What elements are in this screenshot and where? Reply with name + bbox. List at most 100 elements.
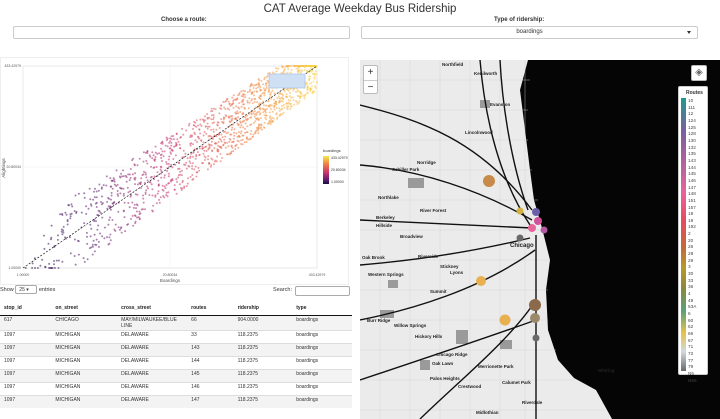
data-point [77,192,80,195]
data-point [178,143,181,146]
data-point [165,184,168,186]
zoom-in-button[interactable]: + [364,66,377,80]
data-point [152,210,154,213]
type-select[interactable]: boardings [361,26,698,39]
data-point [107,205,110,208]
legend-item: 128 [688,131,696,137]
data-point [257,127,260,130]
data-point [306,92,309,94]
data-point [139,212,142,215]
data-point [101,195,103,198]
data-point [227,100,230,103]
legend-item: 30 [688,271,694,277]
table-row[interactable]: 1097 MICHIGAN DELAWARE 33 118.2375 boardings [0,329,352,343]
table-controls: Show 25 ▾ entries Search: [0,285,352,297]
data-point [250,99,253,102]
legend-item: 148 [688,191,696,197]
column-header[interactable]: type [292,302,352,316]
data-point [188,122,191,125]
search-input[interactable] [295,286,350,296]
data-point [88,247,91,250]
data-point [286,71,289,74]
table-cell: DELAWARE [117,394,188,408]
data-point [201,162,204,165]
data-point [261,128,263,131]
data-point [300,65,303,67]
data-table: stop_id on_street cross_street routes riders… [0,302,352,408]
data-point [232,106,235,109]
table-row[interactable]: 1097 MICHIGAN DELAWARE 144 118.2375 boardings [0,355,352,369]
zoom-out-button[interactable]: − [364,80,377,94]
data-point [204,115,206,118]
map[interactable]: Northfield Kenilworth Evanston Lincolnwo… [360,60,720,419]
data-point [187,177,189,180]
table-row[interactable]: 1097 MICHIGAN DELAWARE 145 118.2375 boardings [0,368,352,382]
data-point [167,162,170,165]
table-row[interactable]: 1097 MICHIGAN DELAWARE 147 118.2375 boardings [0,394,352,408]
data-point [312,80,315,83]
table-row[interactable]: 617 CHICAGO MAY/MILWAUKEE/BLUE LINE 66 904.0… [0,314,352,330]
data-point [266,79,269,82]
data-point [145,176,148,179]
layers-icon[interactable]: ◈ [691,65,707,81]
data-point [198,128,201,131]
data-point [196,141,199,143]
map-canvas[interactable]: Northfield Kenilworth Evanston Lincolnwo… [360,60,720,419]
data-point [198,169,201,172]
data-point [256,101,259,104]
data-point [54,267,56,269]
data-point [56,238,59,241]
data-point [108,219,111,221]
data-point [283,90,286,93]
column-header[interactable]: cross_street [117,302,188,316]
data-point [127,191,130,194]
data-point [224,130,226,133]
data-point [240,95,243,98]
column-header[interactable]: ridership [233,302,293,316]
data-point [182,149,185,152]
table-row[interactable]: 1097 MICHIGAN DELAWARE 143 118.2375 boardings [0,342,352,356]
data-point [122,187,125,190]
data-point [128,173,131,176]
entries-label: entries [38,286,56,293]
data-point [235,112,238,115]
data-point [207,155,210,158]
plot-toolbar[interactable] [268,73,306,89]
data-point [180,174,183,177]
data-point [243,127,246,130]
data-point [140,208,143,211]
data-point [278,100,281,103]
map-label: Oak Lawn [432,361,454,366]
data-point [61,212,64,215]
table-cell: MICHIGAN [51,381,118,395]
data-point [219,138,222,141]
data-point [250,130,253,132]
legend-item: 19 [688,217,694,223]
data-point [91,245,94,248]
table-cell: MICHIGAN [51,355,118,369]
data-point [254,106,257,109]
map-label: Western Springs [368,272,404,277]
colorbar-tick-max: 433.42979 [331,156,348,160]
data-point [273,98,276,101]
data-point [230,150,233,153]
column-header[interactable]: on_street [51,302,118,316]
data-point [189,144,192,147]
data-point [218,145,221,148]
column-header[interactable]: stop_id [0,302,52,316]
data-point [254,131,257,134]
data-point [39,264,42,267]
entries-length-select[interactable]: 25 ▾ [15,285,38,294]
data-point [97,189,100,192]
column-header[interactable]: routes [187,302,234,316]
legend-item: 130 [688,137,696,143]
route-input[interactable] [13,26,350,39]
data-point [88,187,91,190]
table-row[interactable]: 1097 MICHIGAN DELAWARE 146 118.2375 boardings [0,381,352,395]
x-axis-label: Boardings [160,278,181,283]
type-select-value: boardings [516,29,543,35]
legend-item: N66 [688,377,697,383]
data-point [229,104,232,107]
legend-color-bar [681,98,686,371]
data-point [227,145,230,148]
